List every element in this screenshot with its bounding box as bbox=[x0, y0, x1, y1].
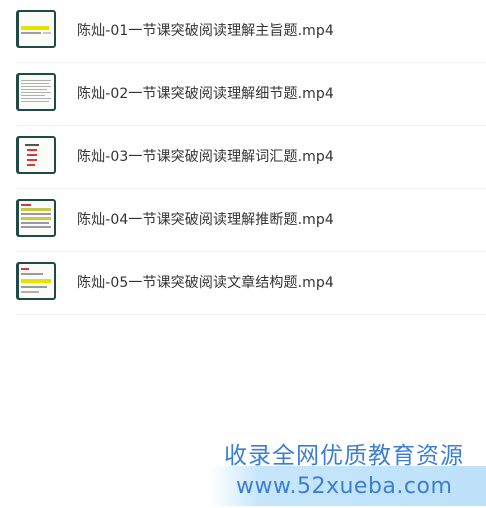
file-row[interactable]: 陈灿-04一节课突破阅读理解推断题.mp4 bbox=[0, 189, 486, 252]
file-row[interactable]: 陈灿-05一节课突破阅读文章结构题.mp4 bbox=[0, 252, 486, 315]
video-thumbnail bbox=[16, 262, 56, 300]
video-thumbnail bbox=[16, 73, 56, 111]
file-name: 陈灿-04一节课突破阅读理解推断题.mp4 bbox=[77, 212, 334, 228]
file-row[interactable]: 陈灿-02一节课突破阅读理解细节题.mp4 bbox=[0, 63, 486, 126]
row-divider bbox=[16, 314, 486, 315]
file-name: 陈灿-03一节课突破阅读理解词汇题.mp4 bbox=[77, 149, 334, 165]
file-row[interactable]: 陈灿-03一节课突破阅读理解词汇题.mp4 bbox=[0, 126, 486, 189]
video-thumbnail bbox=[16, 10, 56, 48]
file-name: 陈灿-05一节课突破阅读文章结构题.mp4 bbox=[77, 275, 334, 291]
video-thumbnail bbox=[16, 136, 56, 174]
watermark-slogan: 收录全网优质教育资源 bbox=[224, 443, 464, 469]
video-thumbnail bbox=[16, 199, 56, 237]
site-watermark: 收录全网优质教育资源 www.52xueba.com bbox=[210, 432, 486, 508]
file-row[interactable]: 陈灿-01一节课突破阅读理解主旨题.mp4 bbox=[0, 0, 486, 63]
file-name: 陈灿-01一节课突破阅读理解主旨题.mp4 bbox=[77, 23, 334, 39]
watermark-url: www.52xueba.com bbox=[236, 474, 453, 499]
file-name: 陈灿-02一节课突破阅读理解细节题.mp4 bbox=[77, 86, 334, 102]
